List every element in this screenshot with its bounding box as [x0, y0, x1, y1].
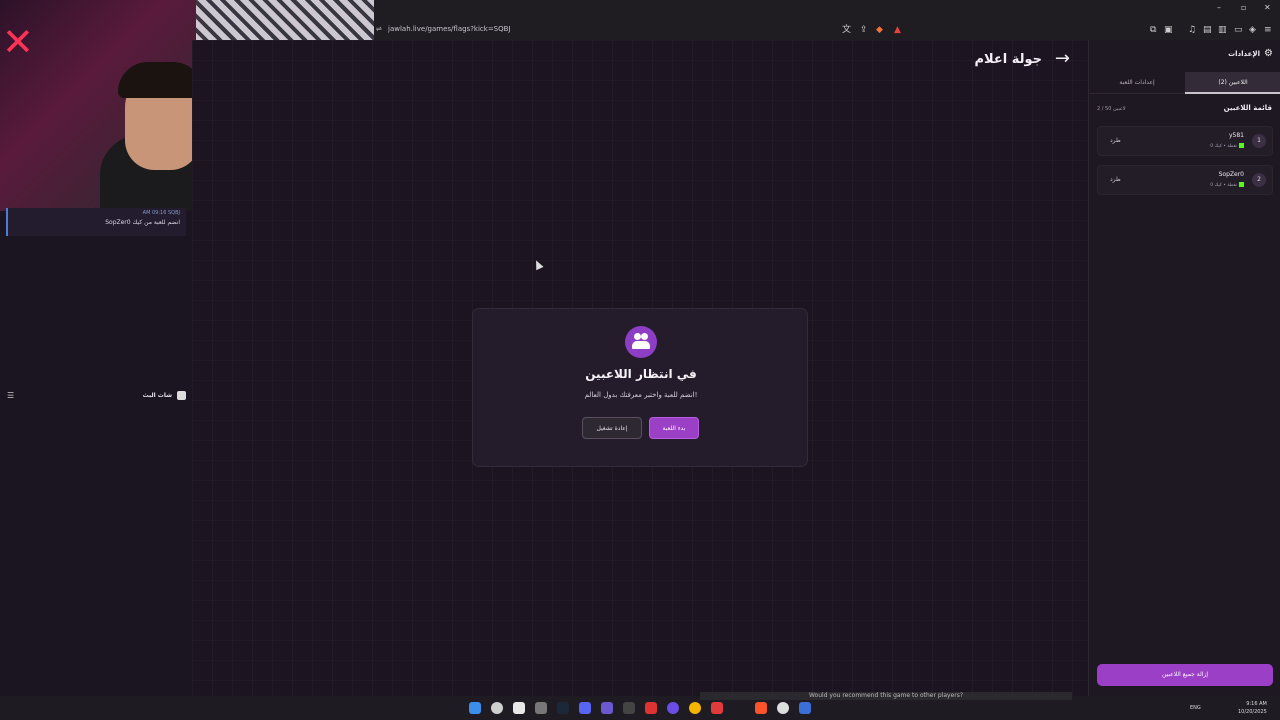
clock[interactable]: 9:16 AM 10/20/2025: [1238, 700, 1267, 716]
vpn-icon[interactable]: ◈: [1249, 24, 1256, 36]
player-meta: 0 نقطة • كيك: [1210, 143, 1244, 149]
kick-logo-icon: [1239, 182, 1244, 187]
sidebar-icon[interactable]: ▤: [1203, 24, 1212, 36]
tab-players[interactable]: اللاعبين (2): [1185, 72, 1280, 94]
extensions-icon[interactable]: ⧉: [1150, 24, 1156, 36]
wallet-icon[interactable]: ▭: [1234, 24, 1243, 36]
chat-title: شات البث: [142, 392, 172, 399]
player-name: SopZer0: [1218, 171, 1244, 178]
page-title: جولة اعلام: [974, 52, 1042, 67]
tab-icon[interactable]: ▥: [1218, 24, 1227, 36]
share-icon[interactable]: ⇪: [860, 24, 868, 36]
headphones: [118, 62, 203, 98]
adobe-icon[interactable]: [711, 702, 723, 714]
player-rank: 1: [1252, 134, 1266, 148]
settings-title: الإعدادات: [1228, 50, 1260, 58]
player-meta: 0 نقطة • كيك: [1210, 182, 1244, 188]
taskbar: Would you recommend this game to other p…: [0, 692, 1280, 720]
brave-icon[interactable]: [755, 702, 767, 714]
rewards-icon[interactable]: ▲: [894, 24, 901, 36]
brave-shield-icon[interactable]: ◆: [876, 24, 883, 36]
calculator-icon[interactable]: [623, 702, 635, 714]
restart-button[interactable]: إعادة تشغيل: [582, 417, 642, 439]
app-icon-2[interactable]: [777, 702, 789, 714]
vscode-icon[interactable]: [799, 702, 811, 714]
obs-icon[interactable]: [667, 702, 679, 714]
windows-start-icon[interactable]: [469, 702, 481, 714]
site-info-icon[interactable]: ⇌: [376, 25, 382, 33]
pinned-text: SopZer0 انضم للعبة من كيك: [105, 219, 180, 226]
kick-player-button[interactable]: طرد: [1110, 176, 1121, 183]
player-row: 2 SopZer0 0 نقطة • كيك طرد: [1097, 165, 1273, 195]
screenshot-icon[interactable]: ▣: [1164, 24, 1173, 36]
close-icon[interactable]: ✕: [1264, 3, 1271, 12]
neon-sign: ✕: [2, 20, 34, 64]
language-indicator[interactable]: ENG: [1190, 705, 1201, 711]
tab-game-settings[interactable]: إعدادات اللعبة: [1089, 72, 1185, 94]
remove-all-players-button[interactable]: إزالة جميع اللاعبين: [1097, 664, 1273, 686]
settings-app-icon[interactable]: [535, 702, 547, 714]
pinned-message: AM 09:16 SQBJ SopZer0 انضم للعبة من كيك: [6, 208, 186, 236]
gear-icon: ⚙: [1264, 48, 1273, 59]
player-rank: 2: [1252, 173, 1266, 187]
kick-player-button[interactable]: طرد: [1110, 137, 1121, 144]
media-icon[interactable]: ♫: [1188, 24, 1196, 36]
address-bar[interactable]: ⇌ jawlah.live/games/flags?kick=SQBJ: [374, 20, 914, 40]
clock-date: 10/20/2025: [1238, 709, 1267, 715]
chat-panel: [0, 211, 192, 696]
start-game-button[interactable]: بدء اللعبة: [649, 417, 699, 439]
waiting-card: في انتظار اللاعبين انضم للعبة واختبر معر…: [472, 308, 808, 467]
player-row: 1 y581 0 نقطة • كيك طرد: [1097, 126, 1273, 156]
chrome-icon[interactable]: [689, 702, 701, 714]
steam-icon[interactable]: [557, 702, 569, 714]
search-icon[interactable]: [491, 702, 503, 714]
pinned-meta: AM 09:16 SQBJ: [142, 210, 180, 216]
clock-time: 9:16 AM: [1246, 701, 1267, 707]
settings-panel: ⚙ الإعدادات إعدادات اللعبة اللاعبين (2) …: [1088, 40, 1280, 696]
minimize-icon[interactable]: –: [1217, 3, 1221, 12]
menu-icon[interactable]: ≡: [1264, 24, 1272, 36]
notification-banner: Would you recommend this game to other p…: [700, 692, 1072, 700]
kick-logo-icon: [1239, 143, 1244, 148]
waiting-title: في انتظار اللاعبين: [585, 367, 697, 381]
browser-toolbar: 文 ⇪ ◆ ▲ ⧉ ▣ ♫ ▤ ▥ ▭ ◈ ≡: [842, 20, 1280, 40]
players-list-title: قائمة اللاعبين: [1223, 104, 1272, 112]
back-arrow-icon[interactable]: →: [1055, 48, 1070, 69]
chat-menu-icon[interactable]: ☰: [7, 391, 14, 400]
users-icon: [625, 326, 657, 358]
app-icon[interactable]: [601, 702, 613, 714]
translate-icon[interactable]: 文: [842, 24, 851, 36]
waiting-subtitle: انضم للعبة واختبر معرفتك بدول العالم!: [584, 391, 698, 399]
maximize-icon[interactable]: ▫: [1241, 3, 1246, 12]
task-view-icon[interactable]: [513, 702, 525, 714]
player-name: y581: [1228, 132, 1244, 139]
mouse-cursor-icon: [532, 258, 544, 271]
chat-bubble-icon: [177, 391, 186, 400]
chat-header: ☰ شات البث: [0, 388, 192, 404]
players-count: 2 / 50 لاعبين: [1097, 106, 1126, 112]
recorder-icon[interactable]: [645, 702, 657, 714]
discord-icon[interactable]: [579, 702, 591, 714]
panel-tabs: إعدادات اللعبة اللاعبين (2): [1089, 72, 1280, 94]
url-text[interactable]: jawlah.live/games/flags?kick=SQBJ: [388, 25, 511, 33]
